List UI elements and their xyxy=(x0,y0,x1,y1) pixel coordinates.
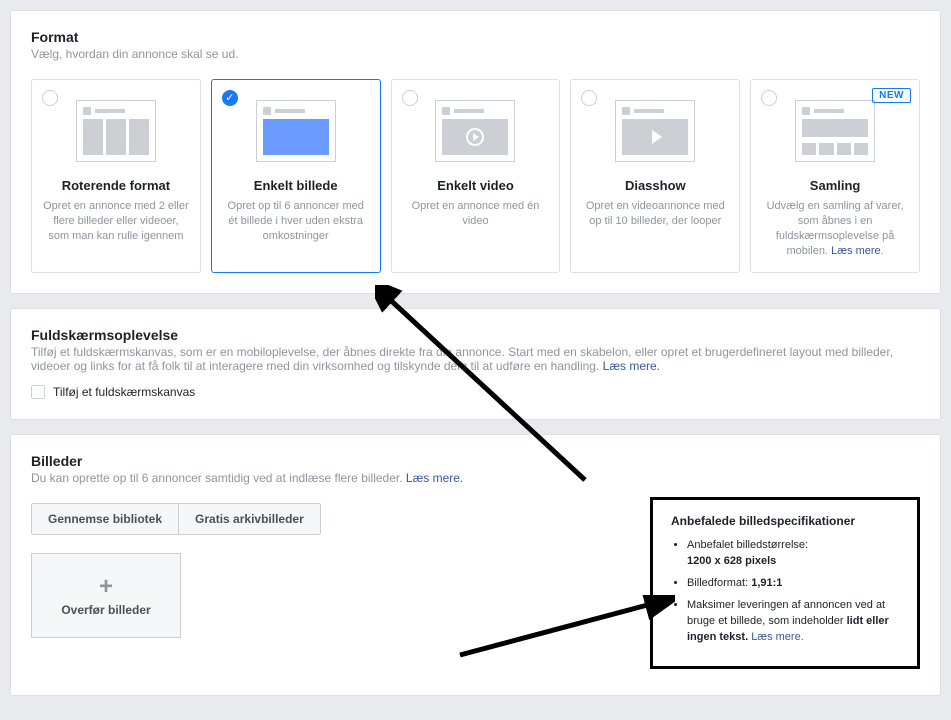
specs-list: Anbefalet billedstørrelse: 1200 x 628 pi… xyxy=(671,538,899,646)
fullscreen-desc: Tilføj et fuldskærmskanvas, som er en mo… xyxy=(31,345,920,373)
card-desc: Opret en videoannonce med op til 10 bill… xyxy=(581,199,729,229)
format-card-roterende[interactable]: Roterende format Opret en annonce med 2 … xyxy=(31,79,201,273)
thumb-diasshow xyxy=(581,92,729,170)
card-desc: Udvælg en samling af varer, som åbnes i … xyxy=(761,199,909,258)
format-card-samling[interactable]: NEW Samling Udvælg en samling af varer, … xyxy=(750,79,920,273)
radio-selected-icon: ✓ xyxy=(222,90,238,106)
format-title: Format xyxy=(31,29,920,45)
specs-item-size: Anbefalet billedstørrelse: 1200 x 628 pi… xyxy=(687,538,899,570)
images-link-laes-mere[interactable]: Læs mere. xyxy=(406,471,463,485)
images-desc: Du kan oprette op til 6 annoncer samtidi… xyxy=(31,471,920,485)
card-title: Samling xyxy=(761,178,909,193)
card-title: Roterende format xyxy=(42,178,190,193)
fullscreen-link-laes-mere[interactable]: Læs mere. xyxy=(603,359,660,373)
browse-library-button[interactable]: Gennemse bibliotek xyxy=(31,503,179,535)
radio-icon xyxy=(402,90,418,106)
format-panel: Format Vælg, hvordan din annonce skal se… xyxy=(10,10,941,294)
radio-icon xyxy=(42,90,58,106)
specs-item-text: Maksimer leveringen af annoncen ved at b… xyxy=(687,598,899,646)
thumb-enkelt-video xyxy=(402,92,550,170)
plus-icon: + xyxy=(99,575,113,599)
new-badge: NEW xyxy=(872,88,911,103)
specs-link-laes-mere[interactable]: Læs mere. xyxy=(751,631,804,643)
specs-heading: Anbefalede billedspecifikationer xyxy=(671,514,899,528)
stock-images-button[interactable]: Gratis arkivbilleder xyxy=(179,503,321,535)
images-panel: Billeder Du kan oprette op til 6 annonce… xyxy=(10,434,941,696)
images-button-group: Gennemse bibliotek Gratis arkivbilleder xyxy=(31,503,610,535)
upload-images-button[interactable]: + Overfør billeder xyxy=(31,553,181,638)
card-link-laes-mere[interactable]: Læs mere xyxy=(831,245,881,257)
checkbox-icon[interactable] xyxy=(31,385,45,399)
format-card-diasshow[interactable]: Diasshow Opret en videoannonce med op ti… xyxy=(570,79,740,273)
images-body: Gennemse bibliotek Gratis arkivbilleder … xyxy=(31,503,920,675)
image-specs-box: Anbefalede billedspecifikationer Anbefal… xyxy=(650,497,920,669)
fullscreen-checkbox-row[interactable]: Tilføj et fuldskærmskanvas xyxy=(31,385,920,399)
images-left-col: Gennemse bibliotek Gratis arkivbilleder … xyxy=(31,503,610,638)
thumb-samling xyxy=(761,92,909,170)
card-desc: Opret op til 6 annoncer med ét billede i… xyxy=(222,199,370,244)
format-card-row: Roterende format Opret en annonce med 2 … xyxy=(31,79,920,273)
card-title: Diasshow xyxy=(581,178,729,193)
fullscreen-checkbox-label: Tilføj et fuldskærmskanvas xyxy=(53,385,195,399)
format-card-enkelt-video[interactable]: Enkelt video Opret en annonce med én vid… xyxy=(391,79,561,273)
card-title: Enkelt billede xyxy=(222,178,370,193)
card-desc: Opret en annonce med 2 eller flere bille… xyxy=(42,199,190,244)
card-title: Enkelt video xyxy=(402,178,550,193)
fullscreen-title: Fuldskærmsoplevelse xyxy=(31,327,920,343)
fullscreen-panel: Fuldskærmsoplevelse Tilføj et fuldskærms… xyxy=(10,308,941,420)
format-subtitle: Vælg, hvordan din annonce skal se ud. xyxy=(31,47,920,61)
card-desc: Opret en annonce med én video xyxy=(402,199,550,229)
specs-item-format: Billedformat: 1,91:1 xyxy=(687,576,899,592)
thumb-enkelt-billede xyxy=(222,92,370,170)
images-title: Billeder xyxy=(31,453,920,469)
format-card-enkelt-billede[interactable]: ✓ Enkelt billede Opret op til 6 annoncer… xyxy=(211,79,381,273)
upload-label: Overfør billeder xyxy=(61,603,150,617)
thumb-roterende xyxy=(42,92,190,170)
